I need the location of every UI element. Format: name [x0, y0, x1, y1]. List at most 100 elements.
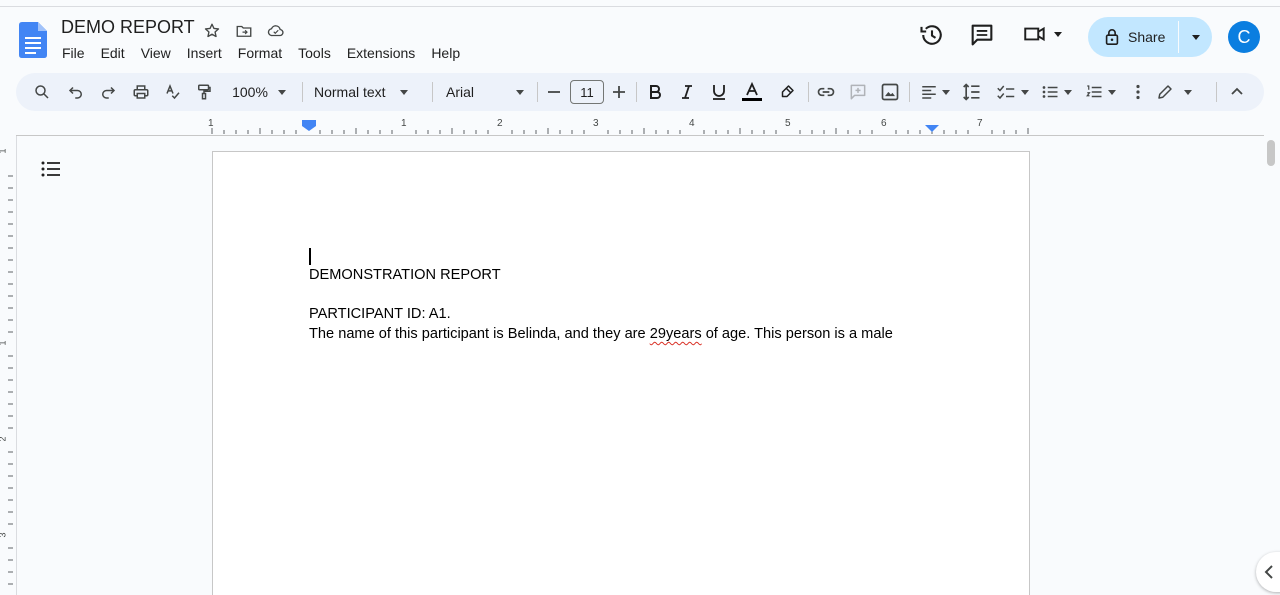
print-icon[interactable]: [129, 73, 153, 111]
cloud-saved-icon[interactable]: [264, 19, 288, 43]
toolbar-divider: [808, 82, 809, 102]
right-indent-marker[interactable]: [925, 125, 939, 132]
menu-extensions[interactable]: Extensions: [339, 43, 423, 63]
undo-icon[interactable]: [64, 73, 88, 111]
numbered-list-select[interactable]: [1082, 73, 1118, 111]
horizontal-ruler[interactable]: 1 1 2 3 4 5 6 7: [16, 118, 1264, 136]
doc-participant-id[interactable]: PARTICIPANT ID: A1.: [309, 306, 451, 322]
document-title[interactable]: DEMO REPORT: [61, 17, 195, 38]
increase-font-size-icon[interactable]: [610, 73, 628, 111]
chevron-down-icon: [277, 89, 286, 95]
font-size-input[interactable]: 11: [569, 73, 605, 111]
ruler-label: 6: [881, 118, 887, 129]
toolbar-divider: [302, 82, 303, 102]
vertical-scrollbar[interactable]: [1267, 140, 1275, 166]
doc-text: of age. This person is a male: [701, 326, 893, 342]
ruler-label: 1: [401, 118, 407, 129]
vruler-label: 1: [0, 148, 8, 153]
toolbar-divider: [537, 82, 538, 102]
underline-icon[interactable]: [708, 73, 730, 111]
ruler-label: 5: [785, 118, 791, 129]
menu-insert[interactable]: Insert: [179, 43, 230, 63]
ruler-label: 1: [208, 118, 214, 129]
vruler-label: 2: [0, 436, 8, 441]
chevron-down-icon: [1184, 89, 1192, 95]
align-select[interactable]: [918, 73, 952, 111]
align-left-icon: [922, 86, 936, 99]
line-spacing-icon[interactable]: [960, 73, 984, 111]
highlight-color-icon[interactable]: [776, 73, 798, 111]
insert-link-icon[interactable]: [814, 73, 838, 111]
chevron-down-icon: [1108, 89, 1116, 95]
italic-icon[interactable]: [676, 73, 698, 111]
vertical-ruler[interactable]: 1 1 2 3: [0, 136, 16, 595]
app-header: DEMO REPORT File Edit View Insert Format…: [0, 7, 1280, 69]
paint-format-icon[interactable]: [192, 73, 216, 111]
menu-format[interactable]: Format: [230, 43, 290, 63]
document-page[interactable]: [212, 151, 1030, 595]
doc-description[interactable]: The name of this participant is Belinda,…: [309, 326, 893, 342]
move-folder-icon[interactable]: [232, 19, 256, 43]
vruler-label: 1: [0, 340, 8, 345]
share-options-button[interactable]: [1179, 17, 1212, 57]
spellcheck-icon[interactable]: [161, 73, 185, 111]
toolbar-divider: [636, 82, 637, 102]
pencil-icon: [1158, 85, 1172, 99]
comments-icon[interactable]: [968, 21, 996, 54]
decrease-font-size-icon[interactable]: [545, 73, 563, 111]
menu-bar: File Edit View Insert Format Tools Exten…: [54, 43, 468, 63]
toolbar-divider: [909, 82, 910, 102]
menu-view[interactable]: View: [133, 43, 179, 63]
share-button[interactable]: Share: [1088, 17, 1212, 57]
text-cursor: [309, 248, 311, 265]
left-indent-marker[interactable]: [302, 122, 316, 131]
menu-edit[interactable]: Edit: [93, 43, 133, 63]
toolbar: 100% Normal text Arial 11: [16, 73, 1264, 111]
version-history-icon[interactable]: [918, 21, 946, 54]
hide-menus-icon[interactable]: [1226, 73, 1248, 111]
bulleted-list-icon: [1042, 86, 1058, 98]
ruler-label: 2: [497, 118, 503, 129]
doc-text: The name of this participant is Belinda,…: [309, 326, 650, 342]
bulleted-list-select[interactable]: [1038, 73, 1074, 111]
misspelled-word[interactable]: 29years: [650, 326, 702, 342]
text-color-icon[interactable]: [739, 73, 765, 111]
chevron-down-icon: [516, 89, 524, 95]
menu-tools[interactable]: Tools: [290, 43, 339, 63]
docs-logo-icon[interactable]: [19, 22, 47, 58]
share-label: Share: [1128, 29, 1166, 45]
zoom-select[interactable]: 100%: [226, 73, 292, 111]
account-avatar[interactable]: C: [1228, 21, 1260, 53]
font-size-value: 11: [570, 80, 604, 104]
insert-image-icon[interactable]: [878, 73, 902, 111]
style-value: Normal text: [314, 84, 386, 100]
search-menus-icon[interactable]: [30, 73, 54, 111]
ruler-ticks: [211, 120, 1029, 134]
toolbar-divider: [432, 82, 433, 102]
share-main[interactable]: Share: [1088, 17, 1178, 57]
ruler-label: 4: [689, 118, 695, 129]
redo-icon[interactable]: [96, 73, 120, 111]
checklist-icon: [997, 85, 1015, 100]
meet-button[interactable]: [1022, 21, 1062, 47]
editing-mode-select[interactable]: [1154, 73, 1194, 111]
chevron-down-icon: [399, 89, 408, 95]
chevron-down-icon: [1021, 89, 1029, 95]
document-outline-icon[interactable]: [41, 160, 61, 183]
video-camera-icon: [1024, 26, 1045, 42]
paragraph-style-select[interactable]: Normal text: [314, 73, 420, 111]
toolbar-divider: [1216, 82, 1217, 102]
checklist-select[interactable]: [994, 73, 1030, 111]
doc-heading[interactable]: DEMONSTRATION REPORT: [309, 267, 501, 283]
chevron-down-icon: [1191, 34, 1200, 40]
menu-file[interactable]: File: [54, 43, 93, 63]
bold-icon[interactable]: [644, 73, 666, 111]
star-icon[interactable]: [200, 19, 224, 43]
add-comment-icon[interactable]: [846, 73, 870, 111]
font-select[interactable]: Arial: [446, 73, 524, 111]
menu-help[interactable]: Help: [423, 43, 468, 63]
font-value: Arial: [446, 84, 475, 100]
more-options-icon[interactable]: [1128, 73, 1148, 111]
vruler-ticks: [8, 175, 13, 585]
chevron-down-icon: [1064, 89, 1072, 95]
